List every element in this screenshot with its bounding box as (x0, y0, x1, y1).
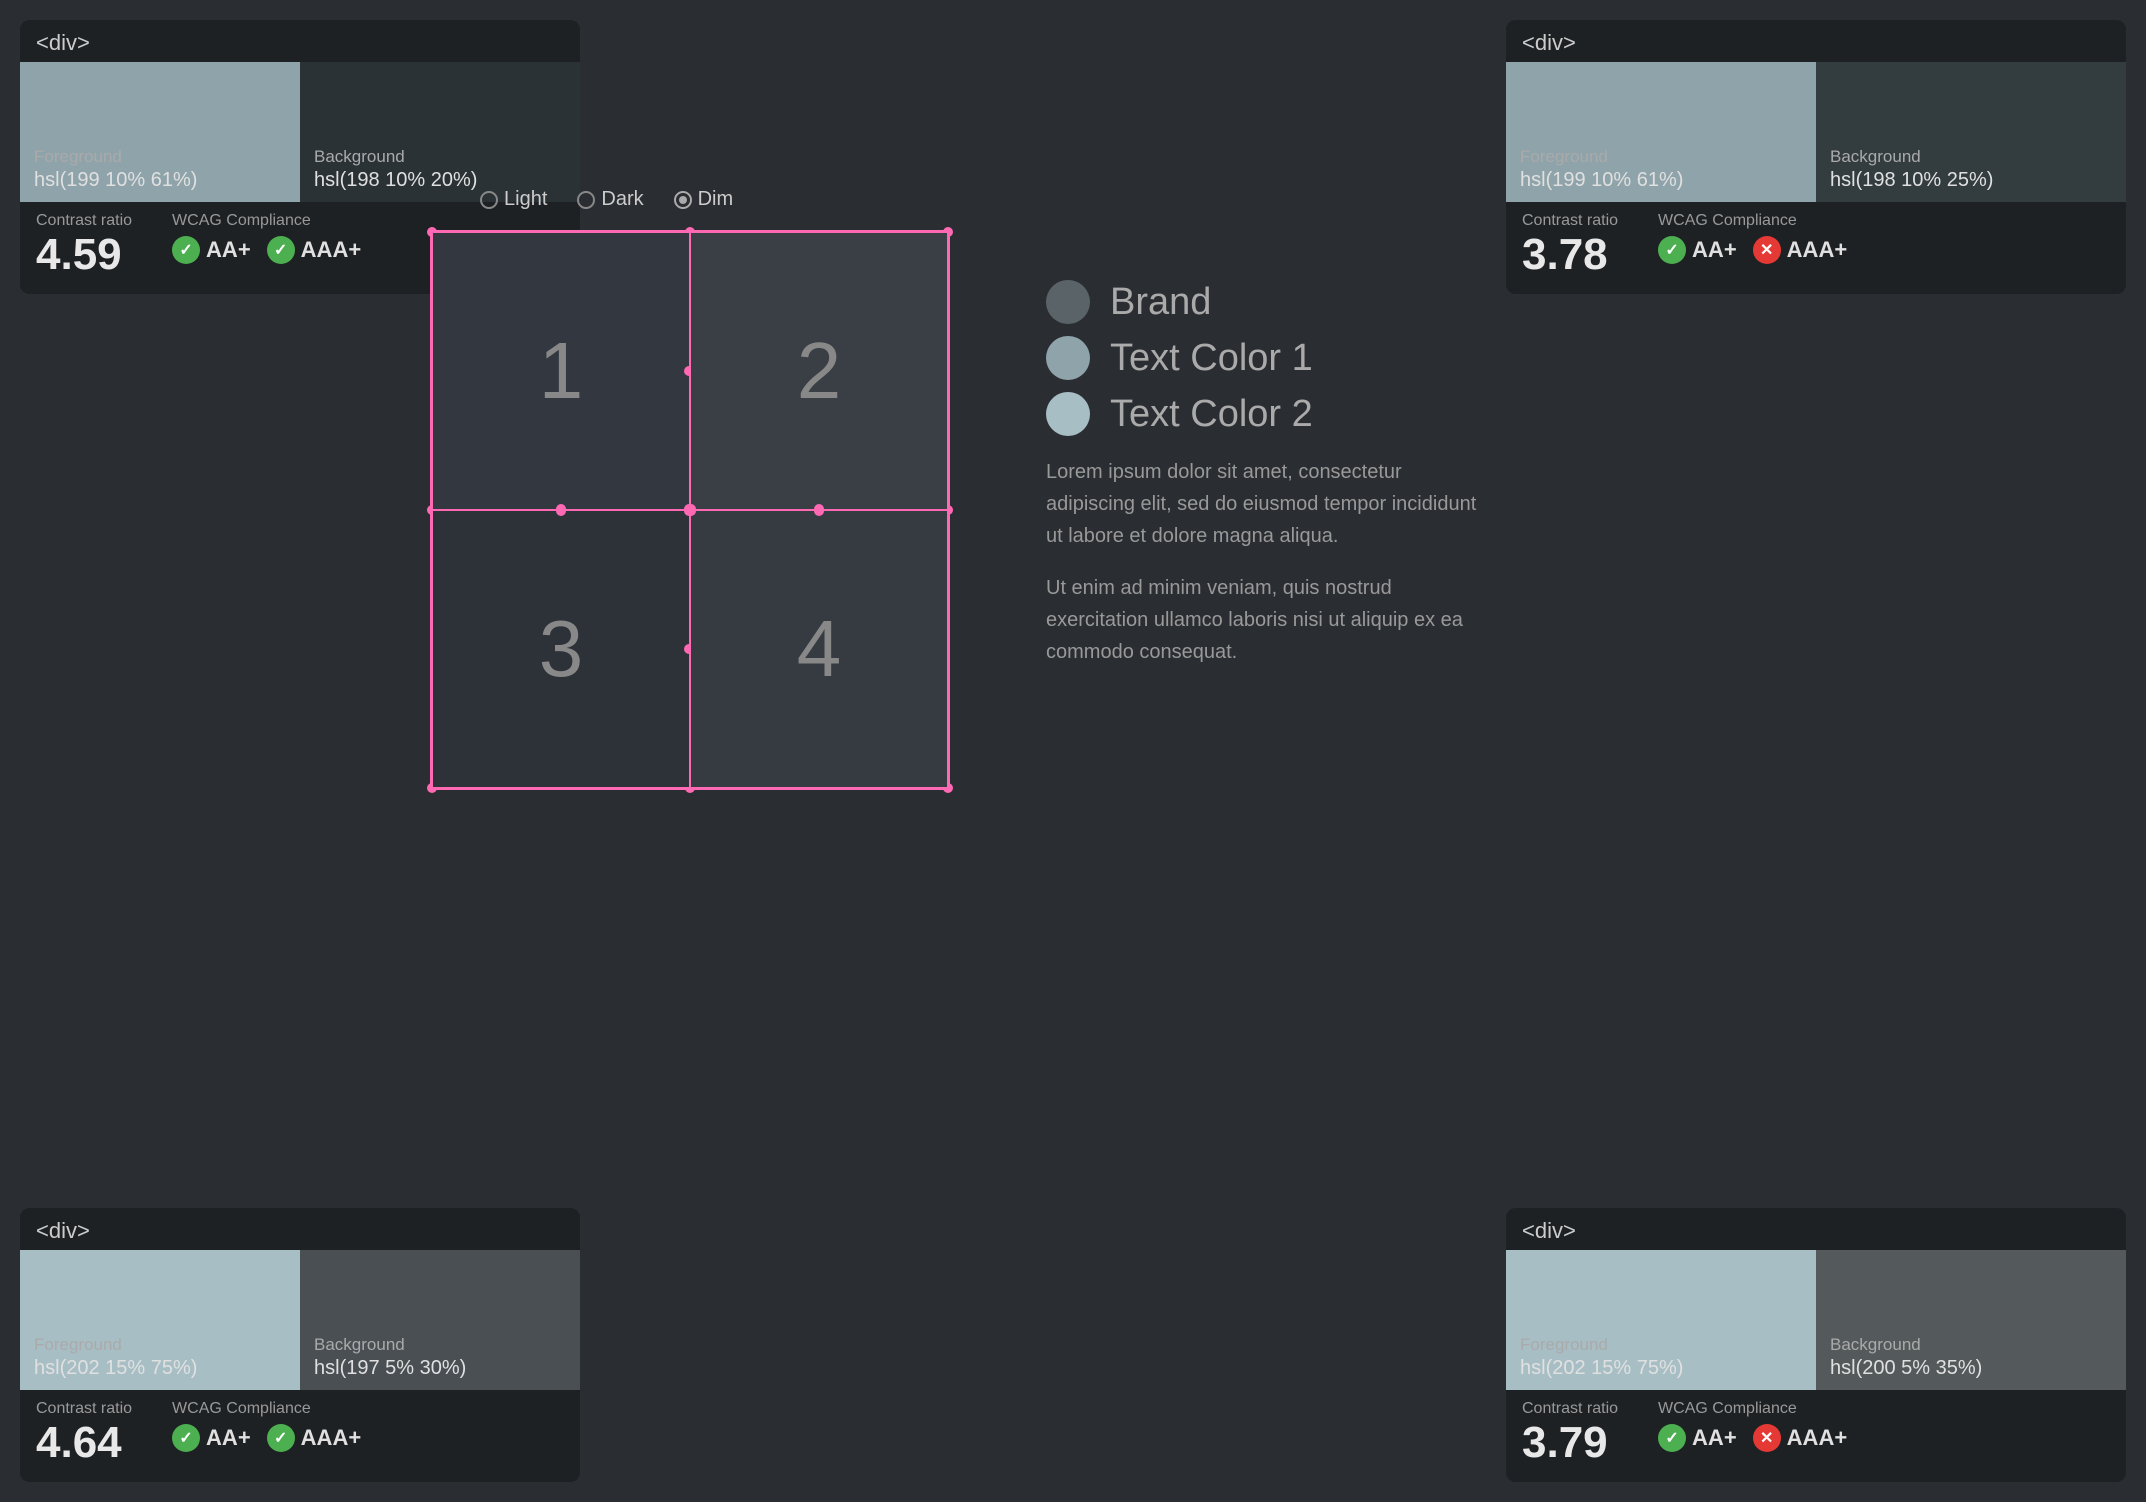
badge-aa-icon-tl: ✓ (172, 236, 200, 264)
fg-value-tl: hsl(199 10% 61%) (34, 169, 286, 192)
badge-aa-bl: ✓ AA+ (172, 1424, 251, 1452)
contrast-label-br: Contrast ratio (1522, 1400, 1618, 1418)
canvas-grid: 1 2 3 4 (432, 232, 948, 788)
fg-value-bl: hsl(202 15% 75%) (34, 1357, 286, 1380)
bg-value-bl: hsl(197 5% 30%) (314, 1357, 566, 1380)
wcag-label-tr: WCAG Compliance (1658, 212, 1847, 230)
contrast-value-bl: 4.64 (36, 1418, 132, 1468)
contrast-label-tr: Contrast ratio (1522, 212, 1618, 230)
foreground-swatch-tl: Foreground hsl(199 10% 61%) (20, 62, 300, 202)
bg-label-br: Background (1830, 1335, 2112, 1355)
card-bottom-left-tag: <div> (20, 1208, 580, 1250)
wcag-label-tl: WCAG Compliance (172, 212, 361, 230)
theme-dim-label: Dim (698, 188, 734, 211)
canvas-grid-wrapper: 1 2 3 4 (430, 230, 950, 790)
grid-cell-2: 2 (690, 232, 948, 510)
badge-aa-br: ✓ AA+ (1658, 1424, 1737, 1452)
foreground-swatch-br: Foreground hsl(202 15% 75%) (1506, 1250, 1816, 1390)
wcag-label-br: WCAG Compliance (1658, 1400, 1847, 1418)
fg-label-tl: Foreground (34, 147, 286, 167)
fg-value-br: hsl(202 15% 75%) (1520, 1357, 1802, 1380)
badge-aaa-icon-bl: ✓ (267, 1424, 295, 1452)
fg-label-tr: Foreground (1520, 147, 1802, 167)
card-bottom-right-tag: <div> (1506, 1208, 2126, 1250)
text2-label: Text Color 2 (1110, 393, 1313, 436)
handle-cell1-br[interactable] (684, 504, 694, 514)
theme-light[interactable]: Light (480, 188, 547, 211)
bg-value-tr: hsl(198 10% 25%) (1830, 169, 2112, 192)
badge-aa-icon-br: ✓ (1658, 1424, 1686, 1452)
bg-value-br: hsl(200 5% 35%) (1830, 1357, 2112, 1380)
background-swatch-bl: Background hsl(197 5% 30%) (300, 1250, 580, 1390)
badge-aaa-br: ✕ AAA+ (1753, 1424, 1848, 1452)
right-panel: Brand Text Color 1 Text Color 2 Lorem ip… (1046, 280, 1486, 684)
card-stats-bl: Contrast ratio 4.64 WCAG Compliance ✓ AA… (20, 1390, 580, 1482)
bg-label-bl: Background (314, 1335, 566, 1355)
badge-aaa-bl: ✓ AAA+ (267, 1424, 362, 1452)
brand-label: Brand (1110, 281, 1211, 324)
card-stats-br: Contrast ratio 3.79 WCAG Compliance ✓ AA… (1506, 1390, 2126, 1482)
bg-label-tl: Background (314, 147, 566, 167)
text1-label: Text Color 1 (1110, 337, 1313, 380)
card-top-left-tag: <div> (20, 20, 580, 62)
theme-dark[interactable]: Dark (577, 188, 643, 211)
theme-dark-label: Dark (601, 188, 643, 211)
badge-aa-icon-tr: ✓ (1658, 236, 1686, 264)
contrast-value-tl: 4.59 (36, 230, 132, 280)
contrast-value-br: 3.79 (1522, 1418, 1618, 1468)
text2-dot (1046, 392, 1090, 436)
handle-cell3-tm[interactable] (556, 506, 566, 516)
card-top-right-tag: <div> (1506, 20, 2126, 62)
badge-aa-tr: ✓ AA+ (1658, 236, 1737, 264)
theme-light-label: Light (504, 188, 547, 211)
fg-label-bl: Foreground (34, 1335, 286, 1355)
badge-aaa-tl: ✓ AAA+ (267, 236, 362, 264)
fg-value-tr: hsl(199 10% 61%) (1520, 169, 1802, 192)
radio-dark[interactable] (577, 191, 595, 209)
legend-brand: Brand (1046, 280, 1486, 324)
fg-label-br: Foreground (1520, 1335, 1802, 1355)
legend-text1: Text Color 1 (1046, 336, 1486, 380)
legend-text2: Text Color 2 (1046, 392, 1486, 436)
badge-aaa-tr: ✕ AAA+ (1753, 236, 1848, 264)
text1-dot (1046, 336, 1090, 380)
contrast-label-bl: Contrast ratio (36, 1400, 132, 1418)
badge-aa-tl: ✓ AA+ (172, 236, 251, 264)
description-para1: Lorem ipsum dolor sit amet, consectetur … (1046, 456, 1486, 552)
foreground-swatch-bl: Foreground hsl(202 15% 75%) (20, 1250, 300, 1390)
grid-cell-3: 3 (432, 510, 690, 788)
card-bottom-right: <div> Foreground hsl(202 15% 75%) Backgr… (1506, 1208, 2126, 1482)
foreground-swatch-tr: Foreground hsl(199 10% 61%) (1506, 62, 1816, 202)
radio-dim[interactable] (674, 191, 692, 209)
bg-label-tr: Background (1830, 147, 2112, 167)
theme-selector: Light Dark Dim (480, 188, 733, 211)
description-para2: Ut enim ad minim veniam, quis nostrud ex… (1046, 572, 1486, 668)
contrast-label-tl: Contrast ratio (36, 212, 132, 230)
card-top-right: <div> Foreground hsl(199 10% 61%) Backgr… (1506, 20, 2126, 294)
handle-cell4-tm[interactable] (814, 506, 824, 516)
badge-aaa-icon-br: ✕ (1753, 1424, 1781, 1452)
wcag-label-bl: WCAG Compliance (172, 1400, 361, 1418)
background-swatch-tl: Background hsl(198 10% 20%) (300, 62, 580, 202)
grid-cell-4: 4 (690, 510, 948, 788)
card-stats-tr: Contrast ratio 3.78 WCAG Compliance ✓ AA… (1506, 202, 2126, 294)
contrast-value-tr: 3.78 (1522, 230, 1618, 280)
brand-dot (1046, 280, 1090, 324)
badge-aaa-icon-tr: ✕ (1753, 236, 1781, 264)
background-swatch-br: Background hsl(200 5% 35%) (1816, 1250, 2126, 1390)
card-bottom-left: <div> Foreground hsl(202 15% 75%) Backgr… (20, 1208, 580, 1482)
radio-light[interactable] (480, 191, 498, 209)
theme-dim[interactable]: Dim (674, 188, 734, 211)
background-swatch-tr: Background hsl(198 10% 25%) (1816, 62, 2126, 202)
badge-aaa-icon-tl: ✓ (267, 236, 295, 264)
badge-aa-icon-bl: ✓ (172, 1424, 200, 1452)
grid-cell-1: 1 (432, 232, 690, 510)
